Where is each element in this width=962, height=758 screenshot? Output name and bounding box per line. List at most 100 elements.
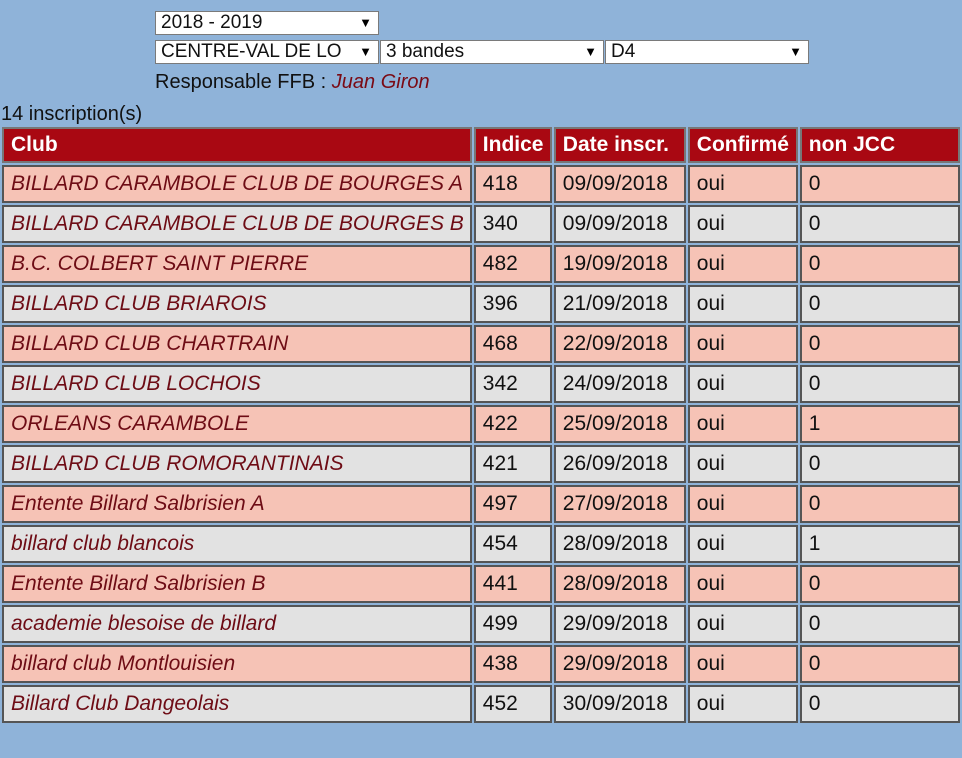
- chevron-down-icon: ▼: [789, 44, 802, 59]
- responsable-label: Responsable FFB :: [155, 71, 327, 93]
- confirme-cell: oui: [687, 565, 798, 603]
- table-row: Entente Billard Salbrisien A 497 27/09/201…: [2, 485, 960, 523]
- club-cell: BILLARD CARAMBOLE CLUB DE BOURGES A: [2, 165, 472, 203]
- confirme-cell: oui: [687, 485, 798, 523]
- confirme-cell: oui: [687, 405, 798, 443]
- date-cell: 26/09/2018: [553, 445, 686, 483]
- date-cell: 09/09/2018: [553, 165, 686, 203]
- date-cell: 21/09/2018: [553, 285, 686, 323]
- date-cell: 19/09/2018: [553, 245, 686, 283]
- non-jcc-cell: 0: [799, 565, 960, 603]
- club-cell: BILLARD CARAMBOLE CLUB DE BOURGES B: [2, 205, 472, 243]
- confirme-cell: oui: [687, 325, 798, 363]
- indice-cell: 422: [473, 405, 552, 443]
- division-select-value: D4: [611, 41, 636, 62]
- table-row: BILLARD CLUB ROMORANTINAIS 421 26/09/2018 o…: [2, 445, 960, 483]
- table-row: Entente Billard Salbrisien B 441 28/09/201…: [2, 565, 960, 603]
- confirme-cell: oui: [687, 605, 798, 643]
- season-select[interactable]: 2018 - 2019 ▼: [155, 11, 379, 35]
- game-mode-select-value: 3 bandes: [386, 41, 465, 62]
- column-header-indice: Indice: [473, 127, 552, 163]
- non-jcc-cell: 1: [799, 405, 960, 443]
- table-row: BILLARD CARAMBOLE CLUB DE BOURGES A 418 09…: [2, 165, 960, 203]
- table-row: billard club Montlouisien 438 29/09/2018 ou…: [2, 645, 960, 683]
- chevron-down-icon: ▼: [359, 44, 372, 59]
- date-cell: 29/09/2018: [553, 645, 686, 683]
- table-row: BILLARD CLUB LOCHOIS 342 24/09/2018 oui 0: [2, 365, 960, 403]
- table-header-row: Club Indice Date inscr. Confirmé non JCC: [2, 127, 960, 163]
- confirme-cell: oui: [687, 645, 798, 683]
- season-select-value: 2018 - 2019: [161, 12, 263, 33]
- non-jcc-cell: 0: [799, 205, 960, 243]
- table-row: BILLARD CLUB CHARTRAIN 468 22/09/2018 oui 0: [2, 325, 960, 363]
- inscriptions-table: Club Indice Date inscr. Confirmé non JCC…: [0, 125, 962, 725]
- non-jcc-cell: 0: [799, 325, 960, 363]
- date-cell: 24/09/2018: [553, 365, 686, 403]
- indice-cell: 340: [473, 205, 552, 243]
- table-row: Billard Club Dangeolais 452 30/09/2018 oui 0: [2, 685, 960, 723]
- date-cell: 22/09/2018: [553, 325, 686, 363]
- non-jcc-cell: 0: [799, 485, 960, 523]
- indice-cell: 454: [473, 525, 552, 563]
- club-cell: BILLARD CLUB BRIAROIS: [2, 285, 472, 323]
- date-cell: 29/09/2018: [553, 605, 686, 643]
- club-cell: Entente Billard Salbrisien A: [2, 485, 472, 523]
- club-cell: billard club blancois: [2, 525, 472, 563]
- non-jcc-cell: 1: [799, 525, 960, 563]
- division-select[interactable]: D4 ▼: [605, 40, 809, 64]
- non-jcc-cell: 0: [799, 165, 960, 203]
- non-jcc-cell: 0: [799, 685, 960, 723]
- indice-cell: 342: [473, 365, 552, 403]
- region-select-value: CENTRE-VAL DE LO: [161, 41, 342, 62]
- game-mode-select[interactable]: 3 bandes ▼: [380, 40, 604, 64]
- region-select[interactable]: CENTRE-VAL DE LO ▼: [155, 40, 379, 64]
- table-row: BILLARD CARAMBOLE CLUB DE BOURGES B 340 09…: [2, 205, 960, 243]
- column-header-date: Date inscr.: [553, 127, 686, 163]
- indice-cell: 452: [473, 685, 552, 723]
- club-cell: Entente Billard Salbrisien B: [2, 565, 472, 603]
- club-cell: BILLARD CLUB ROMORANTINAIS: [2, 445, 472, 483]
- table-row: billard club blancois 454 28/09/2018 oui 1: [2, 525, 960, 563]
- non-jcc-cell: 0: [799, 605, 960, 643]
- club-cell: B.C. COLBERT SAINT PIERRE: [2, 245, 472, 283]
- non-jcc-cell: 0: [799, 645, 960, 683]
- confirme-cell: oui: [687, 245, 798, 283]
- confirme-cell: oui: [687, 165, 798, 203]
- table-row: academie blesoise de billard 499 29/09/201…: [2, 605, 960, 643]
- club-cell: ORLEANS CARAMBOLE: [2, 405, 472, 443]
- indice-cell: 499: [473, 605, 552, 643]
- table-row: BILLARD CLUB BRIAROIS 396 21/09/2018 oui 0: [2, 285, 960, 323]
- responsable-line: Responsable FFB : Juan Giron: [155, 70, 430, 94]
- chevron-down-icon: ▼: [584, 44, 597, 59]
- inscriptions-count: 14 inscription(s): [1, 103, 143, 125]
- club-cell: academie blesoise de billard: [2, 605, 472, 643]
- indice-cell: 468: [473, 325, 552, 363]
- date-cell: 28/09/2018: [553, 565, 686, 603]
- indice-cell: 441: [473, 565, 552, 603]
- confirme-cell: oui: [687, 285, 798, 323]
- date-cell: 27/09/2018: [553, 485, 686, 523]
- confirme-cell: oui: [687, 365, 798, 403]
- indice-cell: 438: [473, 645, 552, 683]
- indice-cell: 396: [473, 285, 552, 323]
- date-cell: 28/09/2018: [553, 525, 686, 563]
- responsable-name: Juan Giron: [331, 71, 430, 93]
- column-header-club: Club: [2, 127, 472, 163]
- confirme-cell: oui: [687, 205, 798, 243]
- table-row: ORLEANS CARAMBOLE 422 25/09/2018 oui 1: [2, 405, 960, 443]
- confirme-cell: oui: [687, 685, 798, 723]
- confirme-cell: oui: [687, 445, 798, 483]
- column-header-non-jcc: non JCC: [799, 127, 960, 163]
- club-cell: BILLARD CLUB CHARTRAIN: [2, 325, 472, 363]
- date-cell: 09/09/2018: [553, 205, 686, 243]
- club-cell: billard club Montlouisien: [2, 645, 472, 683]
- indice-cell: 418: [473, 165, 552, 203]
- club-cell: BILLARD CLUB LOCHOIS: [2, 365, 472, 403]
- non-jcc-cell: 0: [799, 285, 960, 323]
- column-header-confirme: Confirmé: [687, 127, 798, 163]
- indice-cell: 497: [473, 485, 552, 523]
- non-jcc-cell: 0: [799, 245, 960, 283]
- chevron-down-icon: ▼: [359, 15, 372, 30]
- club-cell: Billard Club Dangeolais: [2, 685, 472, 723]
- table-row: B.C. COLBERT SAINT PIERRE 482 19/09/2018 ou…: [2, 245, 960, 283]
